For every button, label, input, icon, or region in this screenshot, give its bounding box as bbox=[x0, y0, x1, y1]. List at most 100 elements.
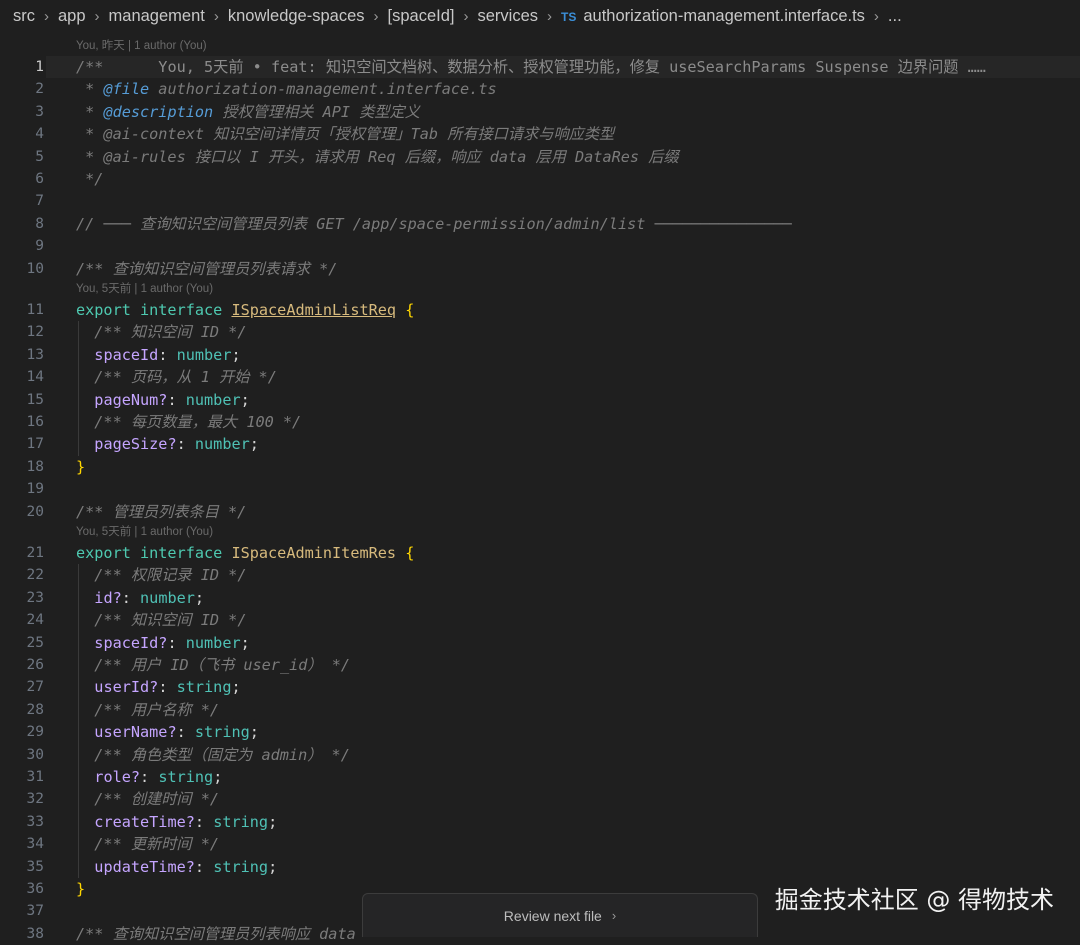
code-token: : bbox=[194, 857, 214, 876]
code-line[interactable]: * @ai-rules 接口以 I 开头，请求用 Req 后缀，响应 data … bbox=[76, 146, 679, 168]
line-number: 37 bbox=[26, 903, 44, 920]
git-blame-annotation[interactable]: You, 5天前 | 1 author (You) bbox=[76, 280, 213, 298]
code-line[interactable]: /** 用户名称 */ bbox=[76, 699, 219, 721]
line-number: 14 bbox=[26, 369, 44, 386]
code-token: /** 页码，从 1 开始 */ bbox=[76, 368, 277, 387]
line-number: 4 bbox=[35, 126, 44, 143]
chevron-right-icon: › bbox=[373, 8, 379, 25]
code-token: : bbox=[121, 588, 141, 607]
git-blame-annotation[interactable]: You, 昨天 | 1 author (You) bbox=[76, 37, 207, 55]
code-line[interactable]: spaceId?: number; bbox=[76, 632, 249, 654]
code-line[interactable]: * @description 授权管理相关 API 类型定义 bbox=[76, 101, 420, 123]
code-token: : bbox=[158, 345, 177, 364]
breadcrumb-item[interactable]: app bbox=[58, 7, 86, 26]
breadcrumb-item[interactable]: src bbox=[13, 7, 35, 26]
line-number: 26 bbox=[26, 657, 44, 673]
breadcrumb-item[interactable]: [spaceId] bbox=[388, 7, 455, 26]
chevron-right-icon: › bbox=[547, 8, 552, 25]
breadcrumb-more[interactable]: ... bbox=[888, 7, 902, 26]
code-line[interactable]: /** 管理员列表条目 */ bbox=[76, 501, 246, 523]
review-next-file-button[interactable]: Review next file › bbox=[362, 893, 758, 937]
code-line[interactable]: id?: number; bbox=[76, 587, 204, 609]
line-number: 27 bbox=[26, 679, 44, 696]
breadcrumb-file[interactable]: authorization-management.interface.ts bbox=[583, 7, 865, 26]
code-line[interactable]: createTime?: string; bbox=[76, 811, 277, 833]
code-line[interactable]: /** 用户 ID（飞书 user_id） */ bbox=[76, 654, 350, 676]
code-token: string bbox=[213, 857, 269, 876]
code-token: spaceId bbox=[94, 345, 159, 364]
code-token: id? bbox=[94, 588, 122, 607]
code-token: updateTime? bbox=[94, 857, 195, 876]
code-line[interactable]: /** You, 5天前 • feat: 知识空间文档树、数据分析、授权管理功能… bbox=[76, 56, 986, 78]
line-number: 35 bbox=[26, 858, 44, 875]
code-line[interactable]: /** 角色类型（固定为 admin） */ bbox=[76, 744, 350, 766]
code-line[interactable]: /** 权限记录 ID */ bbox=[76, 564, 246, 586]
line-number: 30 bbox=[26, 746, 44, 763]
code-token: /** 角色类型（固定为 admin） */ bbox=[76, 745, 350, 764]
line-number: 15 bbox=[26, 391, 44, 408]
line-number: 25 bbox=[26, 634, 44, 651]
line-number: 18 bbox=[26, 458, 44, 475]
code-line[interactable]: // ─── 查询知识空间管理员列表 GET /app/space-permis… bbox=[76, 213, 792, 235]
code-token: : bbox=[158, 678, 177, 697]
code-line[interactable]: /** 知识空间 ID */ bbox=[76, 321, 246, 343]
code-line[interactable]: */ bbox=[76, 168, 103, 190]
code-line[interactable]: pageNum?: number; bbox=[76, 389, 249, 411]
code-line[interactable]: export interface ISpaceAdminListReq { bbox=[76, 299, 414, 321]
chevron-right-icon: › bbox=[213, 8, 219, 25]
code-token: userName? bbox=[94, 723, 177, 742]
code-token: ; bbox=[268, 812, 278, 831]
code-line[interactable]: /** 更新时间 */ bbox=[76, 833, 219, 855]
code-token: number bbox=[185, 633, 241, 652]
code-line[interactable]: /** 每页数量，最大 100 */ bbox=[76, 411, 301, 433]
git-blame-annotation[interactable]: You, 5天前 | 1 author (You) bbox=[76, 523, 213, 541]
code-token: string bbox=[213, 812, 269, 831]
code-line[interactable]: /** 创建时间 */ bbox=[76, 788, 219, 810]
line-number: 3 bbox=[35, 103, 44, 120]
code-line[interactable]: export interface ISpaceAdminItemRes { bbox=[76, 542, 414, 564]
line-number: 28 bbox=[26, 701, 44, 718]
code-token: ; bbox=[231, 345, 241, 364]
inline-git-blame[interactable]: You, 5天前 • feat: 知识空间文档树、数据分析、授权管理功能，修复 … bbox=[103, 58, 986, 76]
code-line[interactable]: spaceId: number; bbox=[76, 344, 241, 366]
code-line[interactable]: /** 查询知识空间管理员列表响应 data bbox=[76, 923, 356, 945]
code-token: } bbox=[76, 880, 86, 898]
breadcrumb-item[interactable]: management bbox=[109, 7, 205, 26]
code-token: : bbox=[194, 812, 214, 831]
code-editor[interactable]: You, 昨天 | 1 author (You) 1 /** You, 5天前 • … bbox=[0, 33, 1080, 943]
line-number: 32 bbox=[26, 791, 44, 808]
code-line[interactable]: pageSize?: number; bbox=[76, 433, 259, 455]
code-token: /** 权限记录 ID */ bbox=[76, 566, 247, 585]
line-number: 36 bbox=[26, 881, 44, 897]
code-line[interactable]: /** 知识空间 ID */ bbox=[76, 609, 246, 631]
line-number: 6 bbox=[35, 171, 44, 187]
code-token: number bbox=[140, 588, 195, 607]
code-line[interactable]: userId?: string; bbox=[76, 676, 240, 698]
code-line[interactable]: * @file authorization-management.interfa… bbox=[76, 78, 497, 100]
code-line[interactable]: * @ai-context 知识空间详情页「授权管理」Tab 所有接口请求与响应… bbox=[76, 123, 614, 145]
code-line[interactable]: /** 查询知识空间管理员列表请求 */ bbox=[76, 258, 337, 280]
code-token: * bbox=[76, 102, 104, 121]
line-number: 2 bbox=[35, 81, 44, 98]
code-line[interactable]: } bbox=[76, 456, 85, 478]
code-token: string bbox=[158, 768, 214, 786]
code-token: } bbox=[76, 457, 86, 476]
code-line[interactable]: /** 页码，从 1 开始 */ bbox=[76, 366, 277, 388]
code-line[interactable]: role?: string; bbox=[76, 766, 222, 788]
breadcrumb-item[interactable]: services bbox=[477, 7, 538, 26]
code-line[interactable]: } bbox=[76, 878, 85, 900]
code-token: authorization-management.interface.ts bbox=[149, 80, 497, 99]
code-token: /** 用户名称 */ bbox=[76, 700, 220, 719]
code-token: number bbox=[194, 435, 250, 454]
code-line[interactable]: updateTime?: string; bbox=[76, 856, 277, 878]
line-number: 11 bbox=[26, 302, 44, 318]
code-token: ; bbox=[268, 857, 278, 876]
code-token: ; bbox=[213, 768, 223, 786]
breadcrumb-item[interactable]: knowledge-spaces bbox=[228, 7, 365, 26]
chevron-right-icon: › bbox=[94, 8, 100, 25]
code-token: * @ai-rules 接口以 I 开头，请求用 Req 后缀，响应 data … bbox=[76, 147, 679, 166]
code-token: role? bbox=[94, 768, 141, 786]
code-line[interactable]: userName?: string; bbox=[76, 721, 259, 743]
code-token: /** 管理员列表条目 */ bbox=[76, 502, 247, 521]
